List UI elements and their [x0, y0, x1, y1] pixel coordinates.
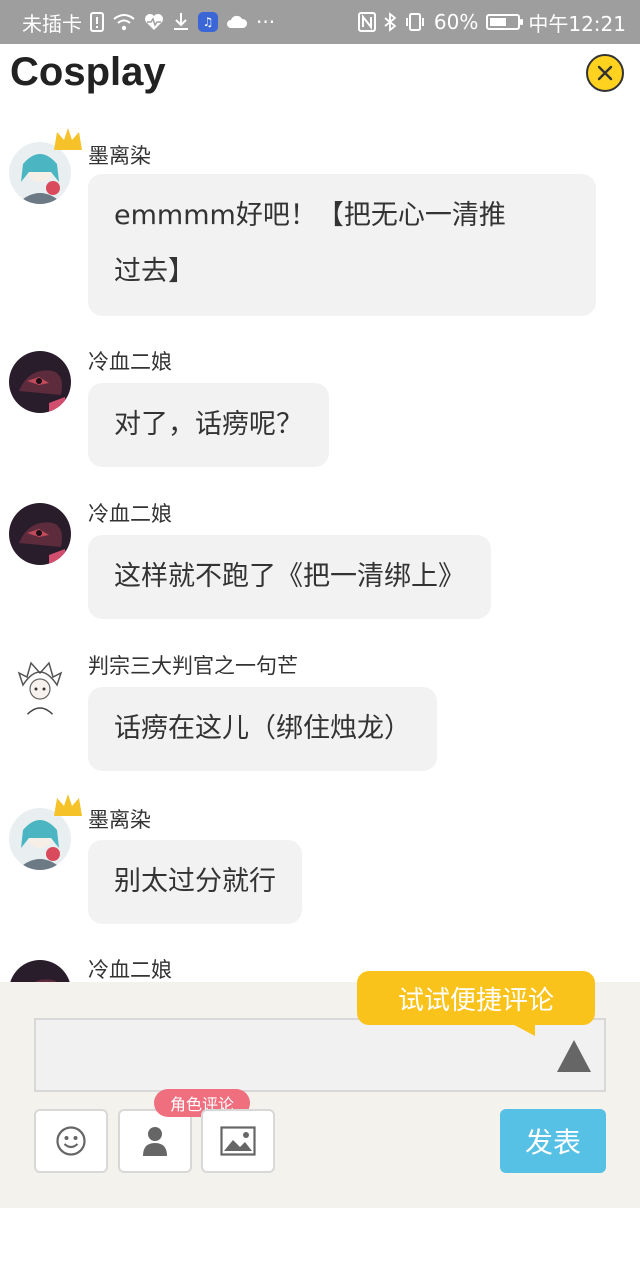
page-title: Cosplay: [10, 50, 166, 94]
wifi-icon: [112, 13, 136, 31]
close-icon: [597, 65, 613, 81]
crown-icon: [54, 794, 82, 816]
carrier-text: 未插卡: [22, 11, 82, 36]
username[interactable]: 冷血二娘: [88, 498, 172, 528]
person-icon: [143, 1127, 167, 1156]
avatar-lengxue[interactable]: [9, 960, 71, 982]
quick-comment-tooltip[interactable]: 试试便捷评论: [357, 971, 595, 1025]
expand-arrow-icon[interactable]: [557, 1040, 591, 1072]
tooltip-tail: [505, 1020, 535, 1036]
message-list[interactable]: 墨离染 emmmm好吧！【把无心一清推 过去】 冷血二娘 对了，话痨呢？ 冷血二…: [0, 120, 640, 982]
music-app-icon: ♫: [198, 12, 218, 32]
username[interactable]: 判宗三大判官之一句芒: [88, 650, 298, 680]
role-comment-button[interactable]: [118, 1109, 192, 1173]
avatar-lengxue[interactable]: [9, 351, 71, 413]
health-icon: [144, 13, 164, 31]
vibrate-icon: [404, 12, 426, 32]
emoji-button[interactable]: [34, 1109, 108, 1173]
username[interactable]: 冷血二娘: [88, 954, 172, 982]
clock: 中午12:21: [528, 11, 626, 36]
battery-icon: [486, 14, 524, 30]
smiley-icon: [56, 1126, 86, 1156]
message-text: 话痨在这儿（绑住烛龙）: [114, 713, 411, 744]
message-text-line: 过去】: [114, 256, 195, 287]
message-text: 这样就不跑了《把一清绑上》: [114, 561, 465, 592]
sim-alert-icon: [90, 12, 104, 32]
message-bubble: emmmm好吧！【把无心一清推 过去】: [88, 174, 596, 316]
image-button[interactable]: [201, 1109, 275, 1173]
username[interactable]: 墨离染: [88, 804, 151, 834]
battery-fill: [490, 18, 507, 26]
bluetooth-icon: [384, 12, 396, 32]
message-bubble: 别太过分就行: [88, 840, 302, 924]
send-button[interactable]: 发表: [500, 1109, 606, 1173]
send-button-label: 发表: [524, 1126, 581, 1159]
message-text-line: emmmm好吧！【把无心一清推: [114, 200, 506, 231]
crown-icon: [54, 128, 82, 150]
battery-percent: 60%: [433, 10, 479, 34]
image-icon: [220, 1126, 256, 1156]
close-button[interactable]: [586, 54, 624, 92]
nfc-icon: [357, 12, 376, 32]
avatar-jumang[interactable]: [9, 655, 71, 717]
more-notifications: ···: [256, 10, 276, 34]
username[interactable]: 墨离染: [88, 140, 151, 170]
message-bubble: 对了，话痨呢？: [88, 383, 329, 467]
message-bubble: 话痨在这儿（绑住烛龙）: [88, 687, 437, 771]
message-bubble: 这样就不跑了《把一清绑上》: [88, 535, 491, 619]
username[interactable]: 冷血二娘: [88, 346, 172, 376]
cloud-icon: [226, 15, 248, 29]
avatar-lengxue[interactable]: [9, 503, 71, 565]
status-bar: 未插卡 ♫ ··· 60% 中午12:21: [0, 0, 640, 44]
download-icon: [172, 12, 190, 32]
message-text: 别太过分就行: [114, 866, 276, 897]
message-text: 对了，话痨呢？: [114, 409, 303, 440]
tooltip-text: 试试便捷评论: [397, 985, 554, 1016]
